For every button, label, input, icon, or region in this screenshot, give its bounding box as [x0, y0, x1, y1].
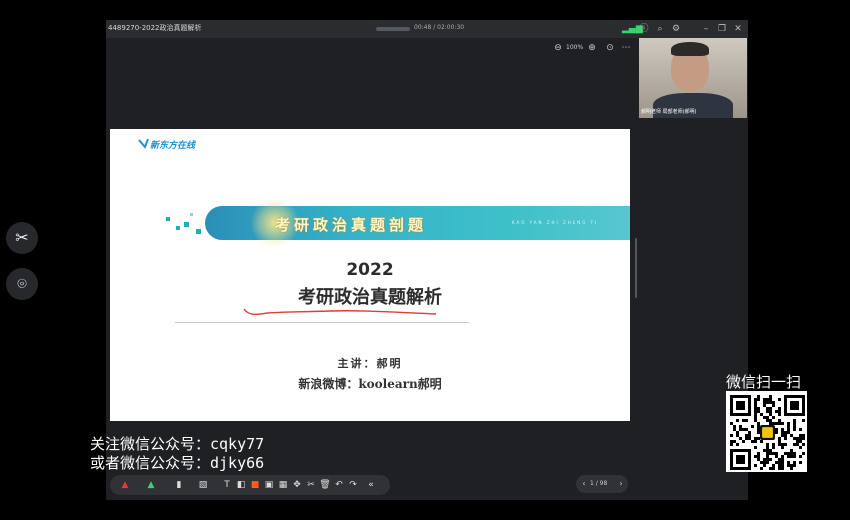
signal-icon: ▂▄▆ [622, 24, 643, 34]
qr-code [726, 391, 807, 472]
wechat-line-2: 或者微信公众号：djky66 [90, 454, 265, 472]
highlighter-icon[interactable]: ▲ [144, 478, 158, 492]
grid-icon[interactable]: ▦ [276, 478, 290, 492]
title-banner: 考研政治真题剖题 KAO YAN ZHI ZHENG TI [205, 198, 630, 248]
scissors-icon: ✂ [15, 228, 29, 247]
window-title: 4489270-2022政治真题解析 [108, 24, 202, 32]
brand-logo-text: 新东方在线 [150, 141, 196, 151]
banner-pinyin: KAO YAN ZHI ZHENG TI [512, 220, 599, 225]
location-pin-icon: ⌾ [17, 274, 27, 293]
page-number: 1 / 98 [590, 480, 608, 487]
minimize-icon[interactable]: – [700, 23, 712, 35]
shape-tool-icon[interactable]: ◧ [234, 478, 248, 492]
cut-icon[interactable]: ✂ [304, 478, 318, 492]
delete-icon[interactable]: 🗑 [318, 478, 332, 492]
zoom-out-icon[interactable]: ⊖ [552, 42, 564, 54]
scan-label: 微信扫一扫 [726, 373, 802, 391]
scissors-button[interactable]: ✂ [6, 222, 38, 254]
title-bar: 4489270-2022政治真题解析 00:48 / 02:00:30 ▂▄▆ … [106, 20, 748, 38]
info-icon[interactable]: ⓘ [638, 23, 650, 35]
handwritten-underline [243, 308, 437, 316]
page-navigator: ‹ 1 / 98 › [576, 475, 628, 493]
timecode: 00:48 / 02:00:30 [414, 24, 465, 31]
collapse-icon[interactable]: « [364, 478, 378, 492]
webcam-feed: 郝明老师 局部老师(郝明) [639, 38, 747, 118]
move-icon[interactable]: ✥ [290, 478, 304, 492]
zoom-bar: ⊖ 100% ⊕ ⊙ ⋯ [106, 38, 636, 58]
text-tool-icon[interactable]: T [220, 478, 234, 492]
fit-screen-icon[interactable]: ⊙ [604, 42, 616, 54]
more-icon[interactable]: ⋯ [620, 42, 632, 54]
annotation-toolbar: ▲ ▲ ▮ ▧ T ◧ ■ ▣ ▦ ✥ ✂ 🗑 ↶ ↷ « [110, 475, 390, 495]
webcam-label: 郝明老师 局部老师(郝明) [641, 109, 697, 115]
restore-icon[interactable]: ❐ [716, 23, 728, 35]
presentation-slide: 新东方在线 考研政治真题剖题 KAO YAN ZHI ZHENG TI 2022… [110, 129, 630, 421]
wechat-watermark: 关注微信公众号：cqky77 或者微信公众号：djky66 [90, 435, 264, 473]
brand-mark-icon [138, 138, 149, 149]
banner-title: 考研政治真题剖题 [275, 216, 428, 234]
undo-icon[interactable]: ↶ [332, 478, 346, 492]
close-icon[interactable]: ✕ [732, 23, 744, 35]
color-picker-icon[interactable]: ■ [248, 478, 262, 492]
speaker-line: 主讲：郝明 [337, 357, 403, 370]
wechat-line-1: 关注微信公众号：cqky77 [90, 435, 265, 453]
next-page-icon[interactable]: › [616, 478, 626, 490]
slide-year: 2022 [346, 260, 394, 280]
location-button[interactable]: ⌾ [6, 268, 38, 300]
weibo-line: 新浪微博：koolearn郝明 [298, 377, 442, 391]
zoom-level: 100% [566, 44, 584, 51]
scrollbar[interactable] [635, 238, 637, 298]
prev-page-icon[interactable]: ‹ [579, 478, 589, 490]
pen-icon[interactable]: ▲ [118, 478, 132, 492]
settings-icon[interactable]: ⚙ [670, 23, 682, 35]
player-window: 4489270-2022政治真题解析 00:48 / 02:00:30 ▂▄▆ … [106, 20, 748, 500]
redo-icon[interactable]: ↷ [346, 478, 360, 492]
sticky-note-icon[interactable]: ▧ [196, 478, 210, 492]
eraser-icon[interactable]: ▮ [172, 478, 186, 492]
image-tool-icon[interactable]: ▣ [262, 478, 276, 492]
playback-progress[interactable] [376, 27, 410, 31]
search-icon[interactable]: ⌕ [654, 23, 666, 35]
zoom-in-icon[interactable]: ⊕ [586, 42, 598, 54]
divider [175, 322, 469, 323]
